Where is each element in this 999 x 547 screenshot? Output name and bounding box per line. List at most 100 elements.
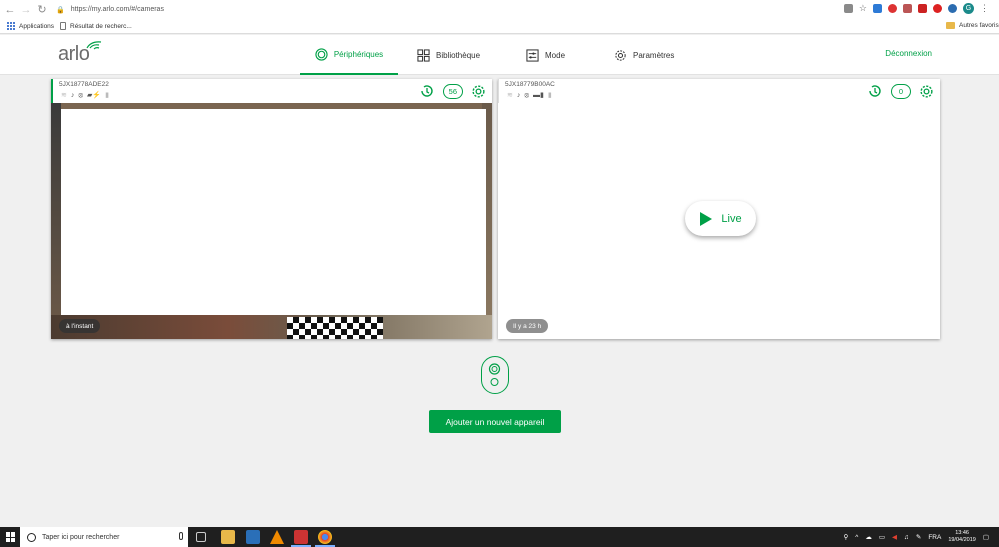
tab-devices[interactable]: Périphériques <box>300 35 398 75</box>
speaker-icon[interactable]: ♫ <box>904 534 909 541</box>
cortana-icon <box>27 532 36 542</box>
taskbar-search-box[interactable]: Taper ici pour rechercher <box>20 527 188 547</box>
bookmark-other[interactable]: Autres favoris <box>946 22 999 29</box>
clock-date: 19/04/2019 <box>948 537 976 543</box>
camera-card-1: 5JX18778ADE22 ≋ ♪ ⦻ ▰⚡ ▮ 56 à l'instant <box>51 79 492 339</box>
camera-name: 5JX18778ADE22 <box>59 81 109 88</box>
taskbar: Taper ici pour rechercher ⚲ ^ ☁ ▭ ◀ ♫ ✎ … <box>0 527 999 547</box>
pen-icon[interactable]: ✎ <box>916 533 921 541</box>
url-text: https://my.arlo.com/#/cameras <box>70 6 164 13</box>
last-seen-badge: Il y a 23 h <box>506 319 549 333</box>
clock-time: 13:46 <box>955 530 969 536</box>
wifi-signal-icon: ⦻ <box>524 92 530 99</box>
storage-icon: ▮ <box>105 92 109 99</box>
profile-avatar[interactable]: G <box>963 3 974 14</box>
tab-library-label: Bibliothèque <box>436 50 481 60</box>
volume-icon[interactable]: ◀ <box>892 533 897 541</box>
last-seen-badge: à l'instant <box>59 319 101 333</box>
camera-card-2-actions: 0 <box>867 83 934 99</box>
feed-edge-left <box>51 103 61 339</box>
camera-status-icons: ≋ ♪ ⦻ ▬▮ ▮ <box>507 91 552 100</box>
live-button[interactable]: Live <box>685 201 756 236</box>
checkered-floor <box>287 317 383 339</box>
extension-gear-icon[interactable] <box>948 4 957 13</box>
star-icon[interactable]: ☆ <box>859 4 867 13</box>
camera-settings-gear-icon[interactable] <box>919 84 934 99</box>
tab-settings-label: Paramètres <box>633 50 675 60</box>
lock-icon: 🔒 <box>56 6 65 14</box>
vlc-icon[interactable] <box>270 530 284 544</box>
windows-start-icon[interactable] <box>6 532 16 542</box>
onedrive-icon[interactable]: ☁ <box>865 533 872 541</box>
extension-square-icon[interactable] <box>918 4 927 13</box>
extension-record-icon[interactable] <box>933 4 942 13</box>
language-indicator[interactable]: FRA <box>928 534 941 541</box>
clip-count-badge[interactable]: 56 <box>442 83 463 99</box>
devices-icon <box>315 47 328 61</box>
wifi-signal-icon: ⦻ <box>78 92 84 99</box>
play-icon <box>700 211 713 226</box>
bookmark-result[interactable]: Résultat de recherc... <box>60 22 132 30</box>
back-icon[interactable]: ← <box>2 0 18 19</box>
notifications-icon[interactable]: ▢ <box>983 533 989 541</box>
app-header: arlo Périphériques Bibliothèque Mode Par… <box>0 35 999 75</box>
camera-settings-gear-icon[interactable] <box>471 84 486 99</box>
photos-app-icon[interactable] <box>246 530 260 544</box>
clip-count-badge[interactable]: 0 <box>891 83 911 99</box>
browser-toolbar: ← → ↻ 🔒 https://my.arlo.com/#/cameras ☆ … <box>0 0 999 19</box>
tab-settings[interactable]: Paramètres <box>614 35 674 75</box>
microphone-icon[interactable] <box>179 532 183 540</box>
forward-icon[interactable]: → <box>18 0 34 19</box>
camera-status-icons: ≋ ♪ ⦻ ▰⚡ ▮ <box>61 91 109 100</box>
logout-link[interactable]: Déconnexion <box>885 49 932 58</box>
tab-mode[interactable]: Mode <box>526 35 565 75</box>
extension-red-icon[interactable] <box>888 4 897 13</box>
apps-grid-icon <box>7 22 15 30</box>
page-icon <box>60 22 66 30</box>
extension-grid-icon[interactable] <box>903 4 912 13</box>
bookmark-other-label: Autres favoris <box>959 22 999 29</box>
system-tray: ⚲ ^ ☁ ▭ ◀ ♫ ✎ FRA 13:46 19/04/2019 ▢ <box>844 527 990 547</box>
tab-mode-label: Mode <box>545 50 566 60</box>
battery-icon: ▬▮ <box>533 92 544 99</box>
history-icon[interactable] <box>867 83 883 99</box>
bookmark-apps[interactable]: Applications <box>7 22 54 30</box>
mail-app-icon[interactable] <box>291 530 311 547</box>
network-icon[interactable]: ▭ <box>879 533 885 541</box>
arlo-bird-icon <box>86 41 102 50</box>
clock[interactable]: 13:46 19/04/2019 <box>948 530 976 544</box>
extension-blue-icon[interactable] <box>873 4 882 13</box>
chevron-up-icon[interactable]: ^ <box>855 534 858 541</box>
camera-card-1-actions: 56 <box>419 83 486 99</box>
video-overlay-panel <box>61 109 486 315</box>
bookmark-result-label: Résultat de recherc... <box>70 22 132 30</box>
mode-sliders-icon <box>526 48 539 62</box>
folder-icon <box>946 22 955 29</box>
task-view-icon[interactable] <box>196 532 206 542</box>
tab-library[interactable]: Bibliothèque <box>417 35 480 75</box>
add-device-button[interactable]: Ajouter un nouvel appareil <box>429 410 561 433</box>
camera-feed-2[interactable]: Live Il y a 23 h <box>498 103 940 339</box>
taskbar-search-placeholder: Taper ici pour rechercher <box>42 533 120 541</box>
people-icon[interactable]: ⚲ <box>844 533 849 541</box>
battery-charging-icon: ▰⚡ <box>87 92 102 99</box>
audio-icon: ♪ <box>516 92 521 99</box>
file-explorer-icon[interactable] <box>221 530 235 544</box>
camera-card-2-header: 5JX18779B00AC ≋ ♪ ⦻ ▬▮ ▮ 0 <box>498 79 940 103</box>
screen: ← → ↻ 🔒 https://my.arlo.com/#/cameras ☆ … <box>0 0 999 547</box>
reload-icon[interactable]: ↻ <box>34 0 50 19</box>
browser-menu-icon[interactable]: ⋮ <box>980 4 989 13</box>
camera-name: 5JX18779B00AC <box>505 81 555 88</box>
chrome-icon[interactable] <box>315 530 335 547</box>
address-bar[interactable]: 🔒 https://my.arlo.com/#/cameras <box>50 2 860 17</box>
translate-icon[interactable] <box>843 4 853 13</box>
library-grid-icon <box>417 48 430 62</box>
motion-icon: ≋ <box>61 92 67 99</box>
bookmark-apps-label: Applications <box>19 22 55 30</box>
camera-lens-icon <box>488 363 501 386</box>
feed-bottom-scene <box>51 315 492 339</box>
history-icon[interactable] <box>419 83 435 99</box>
bookmarks-bar: Applications Résultat de recherc... Autr… <box>0 19 999 34</box>
motion-icon: ≋ <box>507 92 513 99</box>
camera-feed-1[interactable]: à l'instant <box>51 103 492 339</box>
